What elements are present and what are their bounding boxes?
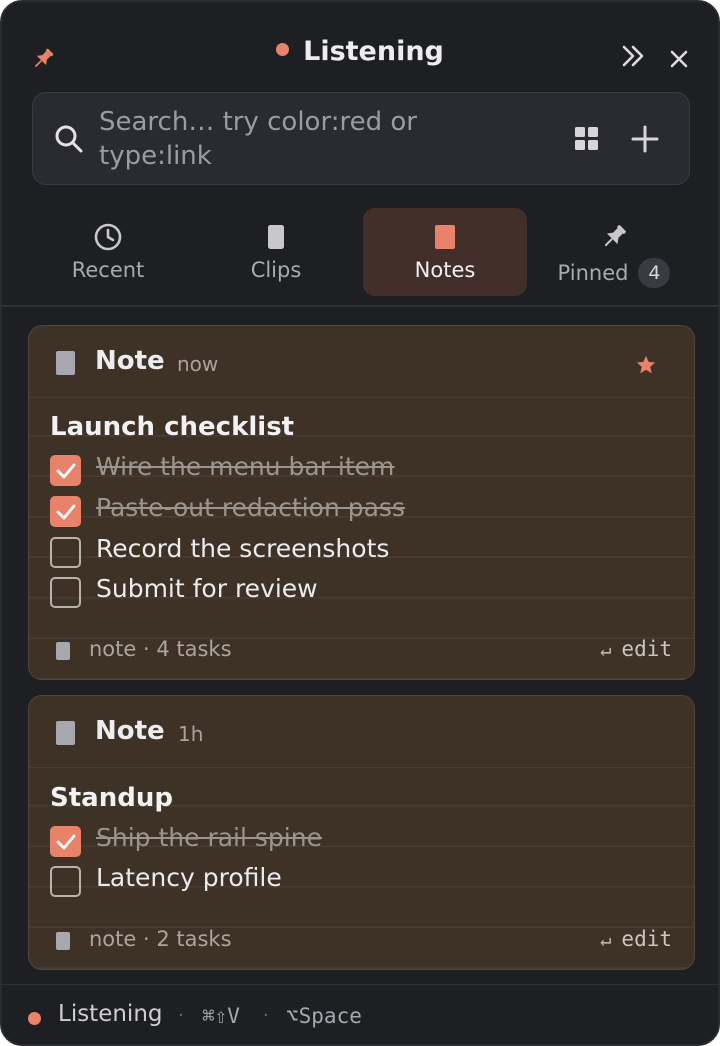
tab-recent[interactable]: Recent [26,208,190,296]
task-checkbox[interactable] [50,826,81,857]
tabs-divider [2,305,718,307]
star-icon[interactable] [635,354,657,376]
status-text: Listening [58,1001,163,1027]
tab-notes[interactable]: Notes [363,208,527,296]
task-text: Latency profile [96,863,282,892]
task-text: Submit for review [96,574,318,603]
task-checkbox[interactable] [50,455,81,486]
clip-icon [268,225,284,249]
tab-pinned[interactable]: Pinned 4 [532,208,696,296]
tab-pinned-text: Pinned [557,261,629,285]
task-text: Wire the menu bar item [96,452,395,481]
paste-shortcut: ⌘⇧V [202,1004,240,1028]
edit-label: edit [621,637,672,661]
card-meta: note · 4 tasks [89,637,232,661]
window-title: Listening [2,36,718,67]
title-bar: Listening [2,2,718,92]
collapse-icon[interactable] [616,40,648,72]
tab-pinned-label: Pinned 4 [532,258,696,288]
task-checkbox[interactable] [50,537,81,568]
add-icon[interactable] [627,121,663,157]
tab-clips-label: Clips [250,258,302,282]
clock-icon [94,223,122,251]
close-icon[interactable] [666,46,692,72]
card-title: Standup [50,783,173,813]
note-icon [435,225,455,249]
task-checkbox[interactable] [50,577,81,608]
return-key-icon: ↵ [599,929,612,951]
edit-label: edit [621,927,672,951]
card-footer: note · 4 tasks ↵ edit [29,634,694,668]
edit-button[interactable]: ↵ edit [600,637,672,661]
tab-bar: Recent Clips Notes Pinned 4 [26,208,698,296]
card-meta: note · 2 tasks [89,927,232,951]
status-bar: Listening · ⌘⇧V · ⌥Space [2,984,718,1044]
tab-recent-label: Recent [71,258,145,282]
note-type-icon [56,932,70,950]
tab-clips[interactable]: Clips [194,208,358,296]
search-input[interactable] [99,105,469,175]
window-title-text: Listening [303,36,444,67]
note-type-icon [56,351,75,375]
card-header: Note 1h [29,696,694,768]
separator: · [178,1005,184,1026]
separator: · [263,1005,269,1026]
grid-view-icon[interactable] [573,125,601,153]
task-text: Ship the rail spine [96,823,322,852]
task-text: Record the screenshots [96,534,390,563]
card-timestamp: 1h [178,722,204,746]
clipboard-panel: Listening Search… try color:red or type:… [0,0,720,1046]
task-checkbox[interactable] [50,496,81,527]
card-title: Launch checklist [50,412,295,442]
pinned-count-badge: 4 [638,258,671,288]
toggle-shortcut: ⌥Space [286,1004,362,1028]
pin-icon [604,225,626,247]
status-dot [28,1012,41,1025]
note-card[interactable]: Note now Launch checklist Wire the menu … [28,325,695,680]
card-header: Note now [29,326,694,398]
note-card[interactable]: Note 1h Standup Ship the rail spine Late… [28,695,695,970]
listening-indicator-dot [276,43,290,56]
card-type-label: Note [95,346,165,376]
task-text: Paste-out redaction pass [96,493,405,522]
search-icon [53,123,85,155]
tab-notes-label: Notes [414,258,476,282]
edit-button[interactable]: ↵ edit [600,927,672,951]
return-key-icon: ↵ [599,639,612,661]
card-footer: note · 2 tasks ↵ edit [29,924,694,958]
note-type-icon [56,721,75,745]
note-type-icon [56,642,70,660]
card-timestamp: now [177,352,219,376]
search-bar [32,92,690,185]
card-type-label: Note [95,716,165,746]
task-checkbox[interactable] [50,866,81,897]
